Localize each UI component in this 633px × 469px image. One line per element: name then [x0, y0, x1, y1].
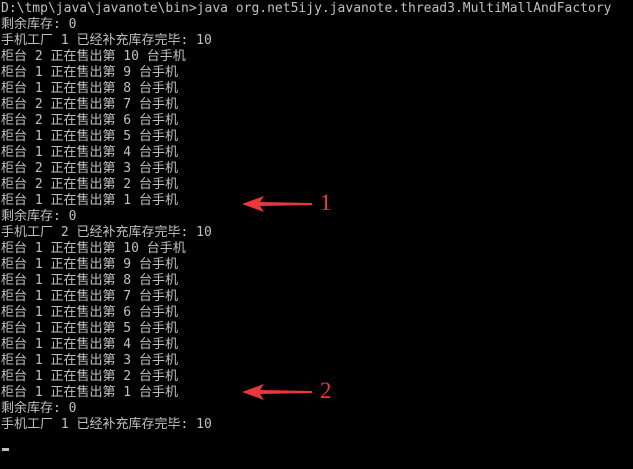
- console-cursor: [2, 448, 9, 451]
- left-arrow-icon: [242, 384, 312, 400]
- output-line: 柜台 1 正在售出第 8 台手机: [1, 273, 178, 288]
- output-line: 柜台 1 正在售出第 5 台手机: [1, 129, 178, 144]
- output-line: 柜台 2 正在售出第 2 台手机: [1, 177, 178, 192]
- console-window[interactable]: D:\tmp\java\javanote\bin>java org.net5ij…: [0, 0, 633, 469]
- output-line: 柜台 1 正在售出第 3 台手机: [1, 353, 178, 368]
- output-line: 柜台 1 正在售出第 7 台手机: [1, 289, 178, 304]
- output-line: 柜台 1 正在售出第 6 台手机: [1, 305, 178, 320]
- output-line: 柜台 2 正在售出第 3 台手机: [1, 161, 178, 176]
- output-line: 柜台 2 正在售出第 6 台手机: [1, 113, 178, 128]
- output-line: 柜台 1 正在售出第 8 台手机: [1, 81, 178, 96]
- annotation-label: 1: [320, 190, 332, 215]
- output-line: 柜台 1 正在售出第 5 台手机: [1, 321, 178, 336]
- annotation-label: 2: [320, 378, 332, 403]
- left-arrow-icon: [242, 196, 312, 212]
- annotation-2: 2: [238, 378, 358, 404]
- output-line: 剩余库存: 0: [1, 17, 77, 32]
- output-line: 柜台 1 正在售出第 4 台手机: [1, 145, 178, 160]
- output-line: 手机工厂 1 已经补充库存完毕: 10: [1, 417, 212, 432]
- output-line: 柜台 1 正在售出第 10 台手机: [1, 241, 186, 256]
- output-line: 柜台 1 正在售出第 9 台手机: [1, 257, 178, 272]
- output-line: 柜台 1 正在售出第 9 台手机: [1, 65, 178, 80]
- output-line: 柜台 2 正在售出第 10 台手机: [1, 49, 186, 64]
- output-line: 柜台 1 正在售出第 4 台手机: [1, 337, 178, 352]
- command-line: D:\tmp\java\javanote\bin>java org.net5ij…: [1, 1, 612, 16]
- output-line: 柜台 2 正在售出第 7 台手机: [1, 97, 178, 112]
- annotation-1: 1: [238, 190, 358, 216]
- output-line: 手机工厂 2 已经补充库存完毕: 10: [1, 225, 212, 240]
- output-line: 手机工厂 1 已经补充库存完毕: 10: [1, 33, 212, 48]
- console-output: D:\tmp\java\javanote\bin>java org.net5ij…: [1, 1, 611, 433]
